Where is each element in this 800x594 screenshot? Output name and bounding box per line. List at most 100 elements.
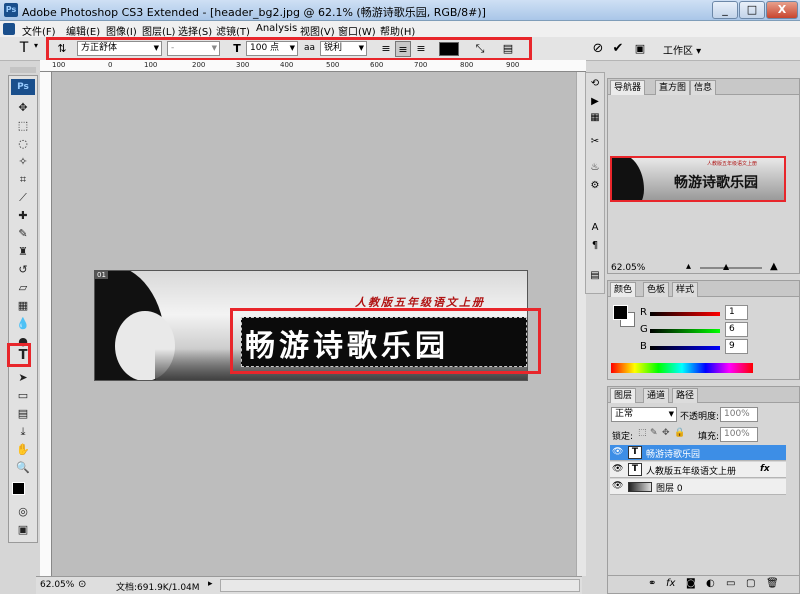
navigator-thumbnail[interactable]: 人教版五年级语文上册 畅游诗歌乐园 [610, 156, 786, 202]
menu-file[interactable]: 文件(F) [22, 23, 56, 38]
red-slider[interactable] [650, 312, 720, 316]
minimize-button[interactable]: _ [712, 1, 738, 19]
green-slider[interactable] [650, 329, 720, 333]
font-size-select[interactable]: 100 点 ▼ [246, 41, 298, 56]
animation-panel-icon[interactable]: ▦ [588, 111, 602, 125]
move-tool-icon[interactable]: ✥ [13, 100, 33, 116]
menu-view[interactable]: 视图(V) [300, 23, 335, 38]
align-center-icon[interactable]: ≡ [395, 41, 411, 57]
eraser-tool-icon[interactable]: ▱ [13, 280, 33, 296]
menu-window[interactable]: 窗口(W) [338, 23, 376, 38]
navigator-zoom[interactable]: 62.05% [611, 263, 645, 273]
blur-tool-icon[interactable]: 💧 [13, 316, 33, 332]
blend-mode-select[interactable]: 正常 ▼ [611, 407, 677, 422]
character-dock-icon[interactable]: A [588, 221, 602, 235]
notes-tool-icon[interactable]: ▤ [13, 406, 33, 422]
gradient-tool-icon[interactable]: ▦ [13, 298, 33, 314]
lock-transparency-icon[interactable]: ⬚ [638, 428, 647, 438]
green-value[interactable]: 6 [725, 322, 748, 337]
zoom-out-icon[interactable]: ▴ [686, 261, 691, 272]
font-style-select[interactable]: - ▼ [167, 41, 220, 56]
slice-tool-icon[interactable]: ⟋ [13, 190, 33, 206]
path-selection-tool-icon[interactable]: ➤ [13, 370, 33, 386]
eye-icon[interactable]: 👁 [612, 464, 623, 474]
delete-layer-icon[interactable]: 🗑 [766, 578, 779, 589]
layer-row[interactable]: 👁 图层 0 [610, 479, 786, 495]
zoom-slider-thumb[interactable]: ▲ [723, 262, 729, 271]
status-info-icon[interactable]: ⊙ [78, 579, 86, 590]
font-family-select[interactable]: 方正舒体 ▼ [77, 41, 162, 56]
history-brush-tool-icon[interactable]: ↺ [13, 262, 33, 278]
align-right-icon[interactable]: ≡ [413, 41, 429, 57]
crop-tool-icon[interactable]: ⌗ [13, 172, 33, 188]
lasso-tool-icon[interactable]: ◌ [13, 136, 33, 152]
paragraph-dock-icon[interactable]: ¶ [588, 239, 602, 253]
maximize-button[interactable]: □ [739, 1, 765, 19]
toolbox-grip[interactable] [10, 67, 36, 73]
zoom-tool-icon[interactable]: 🔍 [13, 460, 33, 476]
brushes-panel-icon[interactable]: ♨ [588, 161, 602, 175]
layer-row[interactable]: 👁 T 畅游诗歌乐园 [610, 445, 786, 461]
color-foreground-swatch[interactable] [613, 305, 628, 320]
fill-input[interactable]: 100% [720, 427, 758, 442]
lock-position-icon[interactable]: ✥ [662, 428, 670, 438]
zoom-level[interactable]: 62.05% [40, 580, 74, 590]
horizontal-scrollbar[interactable] [220, 579, 580, 592]
layer-effects-icon[interactable]: fx [760, 464, 770, 474]
brush-tool-icon[interactable]: ✎ [13, 226, 33, 242]
tab-info[interactable]: 信息 [690, 80, 717, 95]
screen-mode-icon[interactable]: ▣ [13, 522, 33, 538]
eyedropper-tool-icon[interactable]: ⤓ [13, 424, 33, 440]
text-tool-preset-icon[interactable]: T [16, 40, 32, 56]
tools-presets-icon[interactable]: ✂ [588, 135, 602, 149]
color-spectrum-ramp[interactable] [611, 363, 753, 373]
lock-image-icon[interactable]: ✎ [650, 428, 658, 438]
tab-styles[interactable]: 样式 [672, 282, 699, 297]
tab-channels[interactable]: 通道 [643, 388, 670, 403]
magic-wand-tool-icon[interactable]: ✧ [13, 154, 33, 170]
cancel-edit-icon[interactable]: ⊘ [590, 41, 606, 57]
text-orientation-icon[interactable]: ⇅ [54, 41, 70, 57]
character-panel-icon[interactable]: ▤ [500, 41, 516, 57]
menu-edit[interactable]: 编辑(E) [66, 23, 100, 38]
hand-tool-icon[interactable]: ✋ [13, 442, 33, 458]
bridge-icon[interactable]: ▣ [632, 41, 648, 57]
red-value[interactable]: 1 [725, 305, 748, 320]
clone-source-icon[interactable]: ⚙ [588, 179, 602, 193]
adjustment-layer-icon[interactable]: ◐ [706, 578, 715, 589]
align-left-icon[interactable]: ≡ [378, 41, 394, 57]
quick-mask-icon[interactable]: ◎ [13, 504, 33, 520]
marquee-tool-icon[interactable]: ⬚ [13, 118, 33, 134]
tab-swatches[interactable]: 色板 [643, 282, 670, 297]
warp-text-icon[interactable]: ⤡ [472, 41, 488, 57]
antialias-select[interactable]: 锐利 ▼ [320, 41, 367, 56]
tab-histogram[interactable]: 直方图 [655, 80, 691, 95]
rectangle-tool-icon[interactable]: ▭ [13, 388, 33, 404]
zoom-in-icon[interactable]: ▲ [770, 261, 778, 272]
tab-color[interactable]: 颜色 [610, 282, 637, 297]
text-color-swatch[interactable] [439, 42, 459, 56]
opacity-input[interactable]: 100% [720, 407, 758, 422]
menu-select[interactable]: 选择(S) [178, 23, 212, 38]
add-style-icon[interactable]: fx [666, 578, 675, 589]
type-tool-icon[interactable]: T [13, 348, 33, 364]
ps-menu-icon[interactable] [3, 23, 15, 35]
eye-icon[interactable]: 👁 [612, 447, 623, 457]
menu-filter[interactable]: 滤镜(T) [216, 23, 250, 38]
menu-layer[interactable]: 图层(L) [142, 23, 175, 38]
layer-row[interactable]: 👁 T 人教版五年级语文上册 fx [610, 462, 786, 478]
foreground-color-swatch[interactable] [12, 482, 25, 495]
layer-comps-icon[interactable]: ▤ [588, 269, 602, 283]
clone-stamp-tool-icon[interactable]: ♜ [13, 244, 33, 260]
tab-layers[interactable]: 图层 [610, 388, 637, 403]
close-button[interactable]: X [766, 1, 798, 19]
tab-paths[interactable]: 路径 [672, 388, 699, 403]
link-layers-icon[interactable]: ⚭ [648, 578, 656, 589]
add-mask-icon[interactable]: ◙ [686, 578, 696, 589]
lock-all-icon[interactable]: 🔒 [674, 428, 685, 438]
actions-panel-icon[interactable]: ▶ [588, 95, 602, 109]
commit-edit-icon[interactable]: ✔ [610, 41, 626, 57]
menu-help[interactable]: 帮助(H) [380, 23, 415, 38]
workspace-button[interactable]: 工作区 ▾ [663, 42, 701, 57]
new-group-icon[interactable]: ▭ [726, 578, 735, 589]
